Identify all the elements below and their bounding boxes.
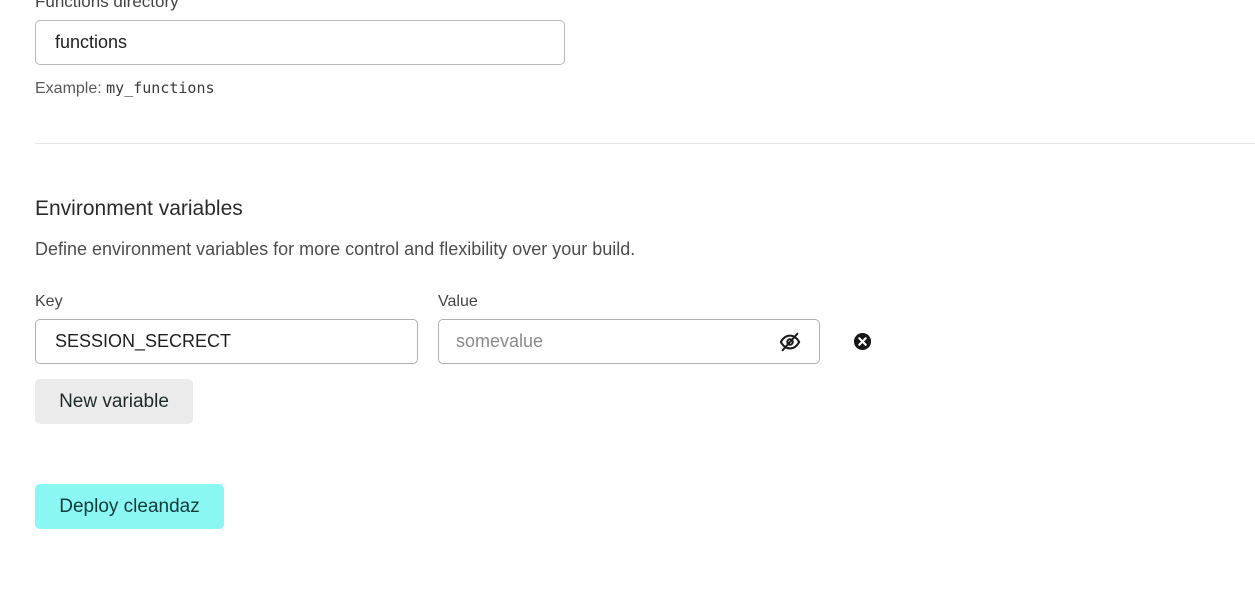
env-key-input[interactable] — [36, 320, 417, 363]
key-column-label: Key — [35, 293, 63, 310]
eye-off-icon[interactable] — [779, 331, 801, 353]
section-divider — [35, 143, 1255, 144]
functions-directory-input[interactable] — [35, 20, 565, 65]
functions-directory-label: Functions directory — [35, 0, 179, 11]
env-key-field — [35, 319, 418, 364]
functions-directory-example: Example: my_functions — [35, 79, 215, 98]
example-prefix: Example: — [35, 80, 107, 97]
env-value-field — [438, 319, 820, 364]
new-variable-button[interactable]: New variable — [35, 379, 193, 424]
deploy-settings-page: Functions directory Example: my_function… — [0, 0, 1255, 616]
remove-variable-icon[interactable] — [853, 332, 872, 351]
deploy-site-button[interactable]: Deploy cleandaz — [35, 484, 224, 529]
example-code: my_functions — [106, 79, 215, 97]
env-value-input[interactable] — [439, 320, 759, 363]
value-column-label: Value — [438, 293, 478, 310]
environment-variables-description: Define environment variables for more co… — [35, 239, 636, 259]
environment-variables-title: Environment variables — [35, 197, 243, 220]
